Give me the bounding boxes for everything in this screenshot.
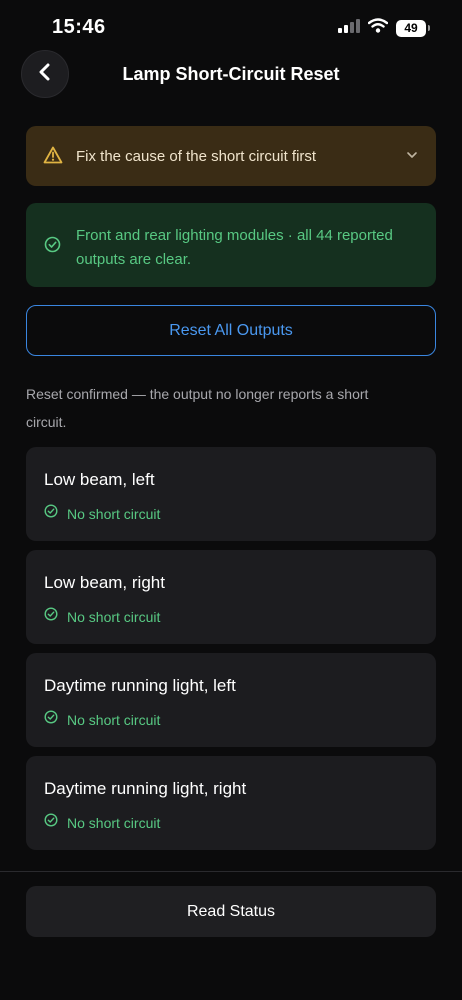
- status-time: 15:46: [52, 16, 106, 38]
- wifi-icon: [367, 18, 389, 38]
- warning-text: Fix the cause of the short circuit first: [76, 148, 317, 165]
- output-status: No short circuit: [67, 815, 161, 831]
- output-name: Low beam, left: [44, 470, 155, 489]
- output-card: Low beam, right No short circuit: [26, 550, 436, 644]
- reset-info-text: Reset confirmed — the output no longer r…: [26, 386, 369, 430]
- success-text: Front and rear lighting modules · all 44…: [76, 227, 393, 268]
- divider: [0, 871, 462, 872]
- output-card: Daytime running light, left No short cir…: [26, 653, 436, 747]
- page-title: Lamp Short-Circuit Reset: [122, 64, 340, 84]
- signal-icon: [338, 18, 360, 38]
- output-status: No short circuit: [67, 712, 161, 728]
- status-icons: 49: [338, 18, 430, 38]
- chevron-down-icon[interactable]: [406, 148, 418, 166]
- warning-banner[interactable]: Fix the cause of the short circuit first: [26, 126, 436, 186]
- output-card: Daytime running light, right No short ci…: [26, 756, 436, 850]
- check-circle-icon: [44, 504, 58, 523]
- output-status: No short circuit: [67, 609, 161, 625]
- check-circle-icon: [44, 710, 58, 729]
- output-card: Low beam, left No short circuit: [26, 447, 436, 541]
- output-name: Low beam, right: [44, 573, 165, 592]
- success-banner: Front and rear lighting modules · all 44…: [26, 203, 436, 287]
- warning-triangle-icon: [43, 146, 63, 169]
- output-status: No short circuit: [67, 506, 161, 522]
- check-circle-icon: [44, 607, 58, 626]
- output-name: Daytime running light, left: [44, 676, 236, 695]
- reset-all-outputs-button[interactable]: Reset All Outputs: [26, 305, 436, 356]
- output-name: Daytime running light, right: [44, 779, 247, 798]
- status-bar: 15:46 49: [0, 0, 462, 56]
- check-circle-icon: [44, 236, 61, 258]
- battery-icon: 49: [396, 19, 430, 37]
- check-circle-icon: [44, 813, 58, 832]
- read-status-button[interactable]: Read Status: [26, 886, 436, 937]
- output-list: Low beam, left No short circuit Low beam…: [26, 447, 436, 859]
- screen: 15:46 49 Lamp Short-Circuit Reset Fix th…: [0, 0, 462, 1000]
